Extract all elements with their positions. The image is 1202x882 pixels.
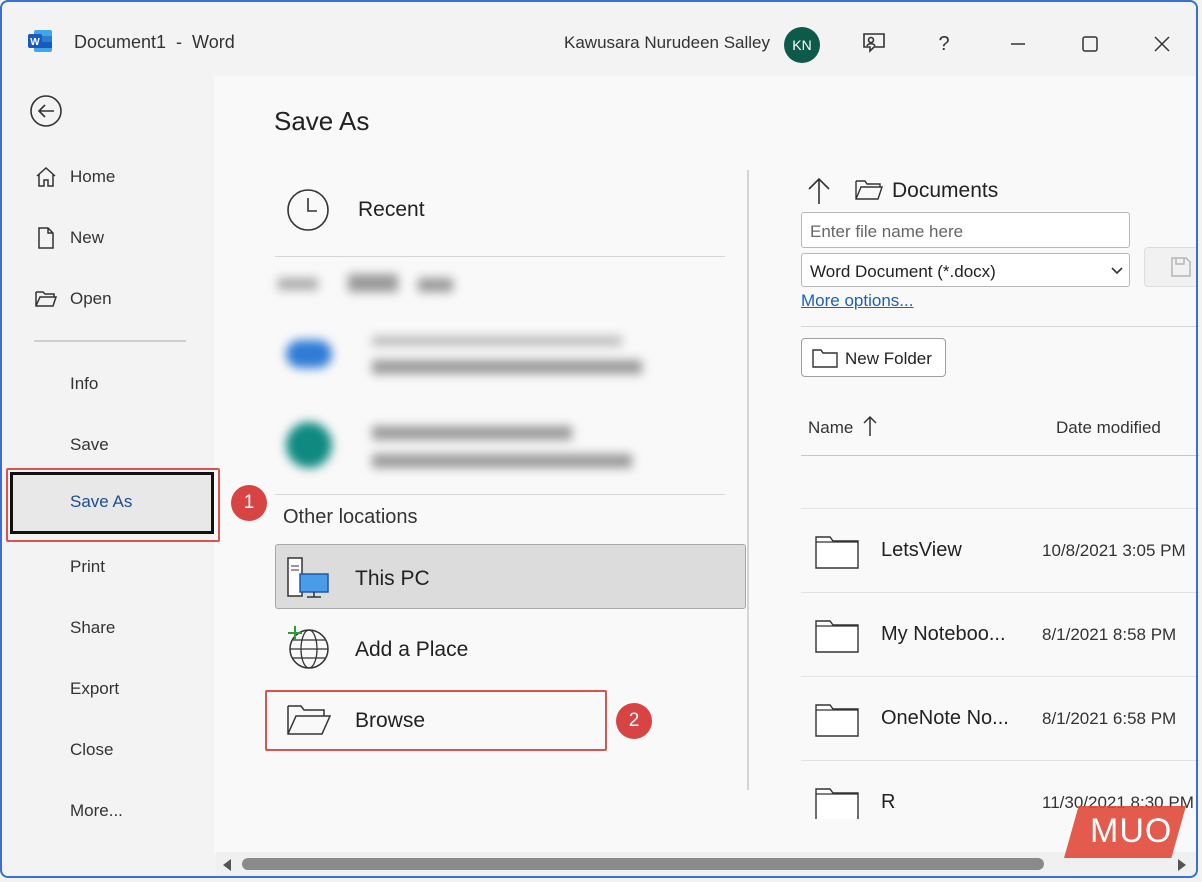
recent-location[interactable]: Recent bbox=[358, 198, 425, 222]
folder-icon bbox=[815, 788, 859, 819]
folder-icon bbox=[855, 180, 883, 200]
minimize-icon[interactable] bbox=[996, 24, 1040, 64]
sidebar-item-label: Open bbox=[70, 289, 112, 308]
location-this-pc[interactable] bbox=[275, 544, 746, 609]
table-row[interactable]: My Noteboo... 8/1/2021 8:58 PM bbox=[801, 592, 1199, 677]
avatar[interactable]: KN bbox=[784, 27, 820, 63]
table-row[interactable]: LetsView 10/8/2021 3:05 PM bbox=[801, 508, 1199, 593]
sidebar-item-info[interactable]: Info bbox=[2, 364, 214, 404]
file-name: OneNote No... bbox=[881, 707, 1009, 729]
pane-divider bbox=[747, 170, 749, 790]
file-type-select[interactable]: Word Document (*.docx) bbox=[801, 253, 1130, 287]
file-name: LetsView bbox=[881, 539, 962, 561]
muo-watermark-logo: MUO bbox=[1064, 806, 1186, 858]
sidebar-item-label: Share bbox=[70, 618, 116, 637]
folder-icon bbox=[815, 620, 859, 653]
other-locations-heading: Other locations bbox=[283, 506, 418, 528]
sidebar-item-export[interactable]: Export bbox=[2, 669, 214, 709]
blurred-onedrive-item bbox=[282, 326, 652, 386]
sidebar-item-label: More... bbox=[70, 801, 123, 820]
file-name: R bbox=[881, 791, 896, 813]
globe-add-icon bbox=[288, 626, 329, 669]
sidebar-item-label: Export bbox=[70, 679, 120, 698]
name-column-header[interactable]: Name bbox=[808, 418, 853, 438]
title-bar: W Document1 - Word Kawusara Nurudeen Sal… bbox=[2, 2, 1198, 80]
svg-text:W: W bbox=[30, 37, 40, 48]
sidebar-divider bbox=[34, 340, 186, 342]
sidebar-item-label: Home bbox=[70, 167, 116, 186]
watermark-text: MUO bbox=[1090, 812, 1173, 850]
user-name[interactable]: Kawusara Nurudeen Salley bbox=[564, 33, 770, 53]
sidebar-item-label: Close bbox=[70, 740, 114, 759]
table-row[interactable]: OneNote No... 8/1/2021 6:58 PM bbox=[801, 676, 1199, 761]
sidebar-item-save[interactable]: Save bbox=[2, 425, 214, 465]
blurred-sharepoint-item bbox=[282, 414, 652, 478]
help-button[interactable]: ? bbox=[922, 24, 966, 64]
chevron-down-icon bbox=[1111, 267, 1123, 275]
file-date: 8/1/2021 6:58 PM bbox=[1042, 709, 1177, 728]
file-name-placeholder: Enter file name here bbox=[810, 222, 964, 241]
save-icon bbox=[1171, 257, 1191, 277]
new-document-icon bbox=[38, 227, 54, 249]
header-divider bbox=[801, 455, 1199, 456]
save-button[interactable] bbox=[1144, 247, 1198, 287]
new-folder-icon bbox=[812, 349, 838, 368]
feedback-icon[interactable] bbox=[852, 24, 896, 64]
file-name: My Noteboo... bbox=[881, 623, 1006, 645]
location-add-a-place[interactable]: Add a Place bbox=[355, 638, 468, 662]
sidebar-item-label: Info bbox=[70, 374, 99, 393]
location-label: This PC bbox=[355, 567, 430, 590]
file-date: 8/1/2021 8:58 PM bbox=[1042, 625, 1177, 644]
close-icon[interactable] bbox=[1140, 24, 1184, 64]
window-title: Document1 - Word bbox=[74, 32, 235, 52]
word-logo-icon: W bbox=[28, 30, 52, 52]
sidebar-item-close[interactable]: Close bbox=[2, 730, 214, 770]
sidebar-item-home[interactable]: Home bbox=[2, 157, 214, 197]
annotation-box-save-as bbox=[6, 468, 220, 542]
this-pc-icon bbox=[287, 557, 329, 598]
open-folder-icon bbox=[35, 291, 58, 307]
file-name-input[interactable]: Enter file name here bbox=[801, 212, 1130, 248]
sort-ascending-icon bbox=[863, 415, 877, 436]
folder-icon bbox=[815, 536, 859, 569]
maximize-icon[interactable] bbox=[1068, 24, 1112, 64]
current-folder-label[interactable]: Documents bbox=[892, 179, 998, 203]
annotation-badge-1: 1 bbox=[231, 485, 267, 521]
up-arrow-icon[interactable] bbox=[806, 176, 832, 206]
sidebar-item-new[interactable]: New bbox=[2, 218, 214, 258]
file-type-value: Word Document (*.docx) bbox=[810, 262, 996, 281]
annotation-badge-2: 2 bbox=[616, 703, 652, 739]
sidebar-item-label: New bbox=[70, 228, 105, 247]
divider bbox=[801, 326, 1199, 327]
back-arrow-icon[interactable] bbox=[29, 94, 63, 128]
home-icon bbox=[36, 166, 56, 187]
file-date: 10/8/2021 3:05 PM bbox=[1042, 541, 1186, 560]
blurred-recent-item bbox=[278, 272, 458, 296]
sidebar-item-more[interactable]: More... bbox=[2, 791, 214, 831]
sidebar-item-share[interactable]: Share bbox=[2, 608, 214, 648]
new-folder-button[interactable]: New Folder bbox=[801, 338, 946, 377]
new-folder-label: New Folder bbox=[845, 349, 932, 368]
folder-icon bbox=[815, 704, 859, 737]
clock-icon bbox=[287, 189, 329, 231]
more-options-link[interactable]: More options... bbox=[801, 291, 913, 311]
sidebar-item-label: Print bbox=[70, 557, 105, 576]
sidebar-item-open[interactable]: Open bbox=[2, 279, 214, 319]
date-modified-column-header[interactable]: Date modified bbox=[1056, 418, 1161, 438]
annotation-box-browse bbox=[265, 690, 607, 751]
scroll-left-icon[interactable] bbox=[221, 858, 233, 872]
divider bbox=[275, 494, 725, 495]
sidebar-item-label: Save bbox=[70, 435, 109, 454]
sidebar-item-print[interactable]: Print bbox=[2, 547, 214, 587]
scroll-right-icon[interactable] bbox=[1176, 858, 1188, 872]
scrollbar-thumb[interactable] bbox=[242, 858, 1044, 870]
page-title: Save As bbox=[274, 106, 370, 136]
divider bbox=[275, 256, 725, 257]
